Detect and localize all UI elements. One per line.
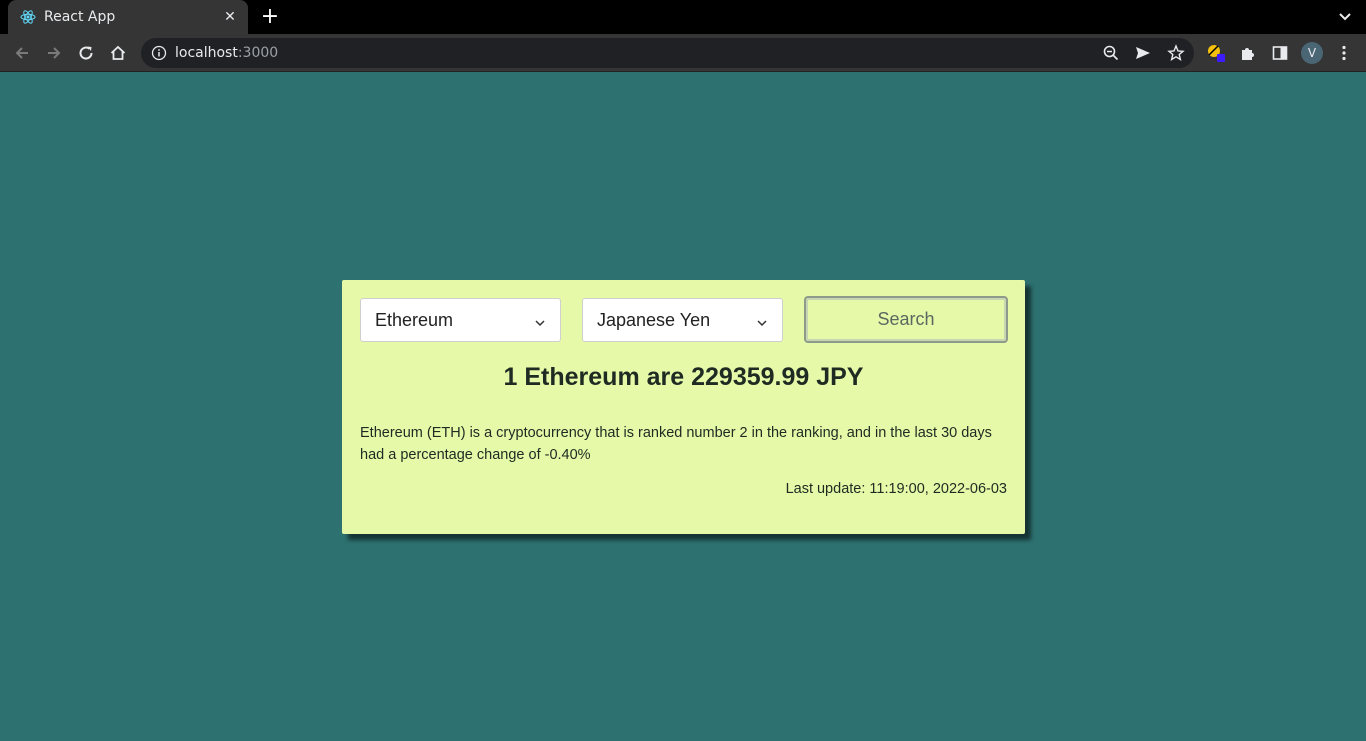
new-tab-button[interactable]: +: [258, 5, 282, 29]
zoom-out-icon[interactable]: [1101, 43, 1121, 63]
crypto-select[interactable]: Ethereum: [360, 298, 561, 342]
currency-select[interactable]: Japanese Yen: [582, 298, 783, 342]
send-icon[interactable]: [1133, 43, 1153, 63]
chevron-down-icon: [756, 314, 768, 327]
chevron-down-icon: [534, 314, 546, 327]
react-logo-icon: [20, 9, 36, 25]
reload-icon[interactable]: [76, 43, 96, 63]
conversion-result: 1 Ethereum are 229359.99 JPY: [503, 363, 864, 391]
browser-tab-strip: React App ✕ +: [0, 0, 1366, 34]
tab-title: React App: [44, 9, 116, 25]
browser-toolbar: localhost:3000 V: [0, 34, 1366, 72]
url-host: localhost: [175, 45, 238, 61]
search-button[interactable]: Search: [804, 296, 1008, 343]
converter-card: Ethereum Japanese Yen Search 1 Ethereum …: [342, 280, 1025, 534]
home-icon[interactable]: [108, 43, 128, 63]
side-panel-icon[interactable]: [1270, 43, 1290, 63]
crypto-description: Ethereum (ETH) is a cryptocurrency that …: [360, 425, 992, 463]
url-port: :3000: [237, 45, 279, 61]
chevron-down-icon[interactable]: [1336, 8, 1354, 26]
arrow-right-icon[interactable]: [44, 43, 64, 63]
color-picker-icon[interactable]: [1206, 43, 1226, 63]
kebab-menu-icon[interactable]: [1334, 43, 1354, 63]
address-bar[interactable]: localhost:3000: [141, 38, 1194, 68]
puzzle-icon[interactable]: [1238, 43, 1258, 63]
crypto-select-value: Ethereum: [375, 309, 454, 330]
last-update: Last update: 11:19:00, 2022-06-03: [785, 481, 1007, 497]
star-icon[interactable]: [1166, 43, 1186, 63]
arrow-left-icon[interactable]: [12, 43, 32, 63]
profile-avatar[interactable]: V: [1301, 42, 1323, 64]
info-icon[interactable]: [151, 45, 167, 61]
currency-select-value: Japanese Yen: [597, 309, 711, 330]
close-icon[interactable]: ✕: [222, 9, 238, 25]
browser-tab[interactable]: React App ✕: [8, 0, 248, 34]
